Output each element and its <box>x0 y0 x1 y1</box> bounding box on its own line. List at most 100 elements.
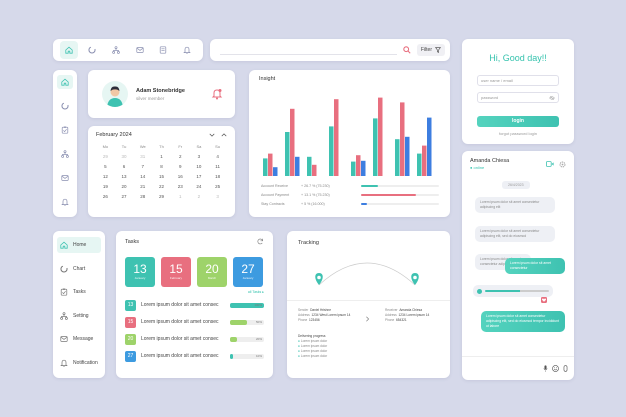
weekday-label: Fr <box>178 144 183 149</box>
password-field[interactable]: password <box>477 92 559 103</box>
calendar-day[interactable]: 29 <box>152 194 171 199</box>
legend-progress <box>361 185 439 187</box>
task-date-tile[interactable]: 15 February <box>161 257 191 287</box>
home-icon[interactable] <box>59 41 78 59</box>
calendar-day[interactable]: 2 <box>171 154 190 159</box>
chart-bar <box>290 108 295 176</box>
calendar-day[interactable]: 27 <box>115 194 134 199</box>
forgot-password-link[interactable]: forgot password login <box>477 131 559 136</box>
tasks-icon[interactable] <box>57 123 73 137</box>
chevron-down-icon[interactable] <box>209 133 215 137</box>
microphone-icon[interactable] <box>543 365 548 372</box>
calendar-day[interactable]: 16 <box>171 174 190 179</box>
sidebar-item-tasks[interactable]: Tasks <box>57 284 101 300</box>
voice-message[interactable] <box>473 285 553 297</box>
task-row[interactable]: 13 Lorem ipsum dolor sit amet consec 100… <box>125 299 264 311</box>
note-icon[interactable] <box>154 41 172 59</box>
legend-progress <box>361 203 439 205</box>
bell-icon[interactable] <box>211 88 223 100</box>
all-tasks-link[interactable]: all Tasks ▸ <box>125 290 264 294</box>
legend-label: Account Receive <box>261 184 288 188</box>
home-icon[interactable] <box>57 75 73 89</box>
home-icon <box>60 241 68 249</box>
bell-icon[interactable] <box>57 195 73 209</box>
video-call-icon[interactable] <box>546 161 554 167</box>
calendar-day[interactable]: 1 <box>152 154 171 159</box>
tracking-title: Tracking <box>298 240 319 246</box>
calendar-day[interactable]: 22 <box>152 184 171 189</box>
calendar-day[interactable]: 24 <box>190 184 209 189</box>
chart-bar <box>378 97 383 176</box>
bell-icon[interactable] <box>178 41 196 59</box>
calendar-day[interactable]: 17 <box>190 174 209 179</box>
filter-button[interactable]: Filter <box>416 44 445 56</box>
calendar-day[interactable]: 2 <box>190 194 209 199</box>
calendar-day[interactable]: 20 <box>115 184 134 189</box>
voice-progress[interactable] <box>485 290 549 292</box>
network-icon[interactable] <box>57 147 73 161</box>
password-placeholder: password <box>481 95 499 100</box>
emoji-icon[interactable] <box>552 365 559 372</box>
calendar-day[interactable]: 15 <box>152 174 171 179</box>
calendar-day[interactable]: 13 <box>115 174 134 179</box>
calendar-day[interactable]: 6 <box>115 164 134 169</box>
calendar-day[interactable]: 12 <box>96 174 115 179</box>
task-row[interactable]: 15 Lorem ipsum dolor sit amet consec 50% <box>125 316 264 328</box>
mail-icon[interactable] <box>57 171 73 185</box>
mail-icon[interactable] <box>131 41 149 59</box>
calendar-day[interactable]: 4 <box>208 154 227 159</box>
sidebar-item-message[interactable]: Message <box>57 331 101 347</box>
calendar-day[interactable]: 21 <box>133 184 152 189</box>
network-icon[interactable] <box>107 41 125 59</box>
play-icon[interactable] <box>477 288 482 294</box>
chart-icon[interactable] <box>57 99 73 113</box>
calendar-day[interactable]: 31 <box>133 154 152 159</box>
sidebar-item-label: Home <box>73 242 87 248</box>
calendar-day[interactable]: 25 <box>208 184 227 189</box>
sidebar-item-notification[interactable]: Notification <box>57 355 101 371</box>
task-row[interactable]: 20 Lorem ipsum dolor sit amet consec 20% <box>125 333 264 345</box>
sidebar-item-chart[interactable]: Chart <box>57 261 101 277</box>
calendar-day[interactable]: 30 <box>115 154 134 159</box>
calendar-day[interactable]: 23 <box>171 184 190 189</box>
chat-message-input[interactable] <box>468 366 528 371</box>
calendar-day[interactable]: 28 <box>133 194 152 199</box>
legend-value: + 26.7 % (75.230) <box>301 184 330 188</box>
search-icon[interactable] <box>403 46 411 54</box>
calendar-day[interactable]: 29 <box>96 154 115 159</box>
calendar-day[interactable]: 26 <box>96 194 115 199</box>
calendar-day[interactable]: 7 <box>133 164 152 169</box>
calendar-day[interactable]: 18 <box>208 174 227 179</box>
calendar-day[interactable]: 3 <box>190 154 209 159</box>
chart-icon[interactable] <box>83 41 101 59</box>
calendar-day[interactable]: 8 <box>152 164 171 169</box>
calendar-day[interactable]: 5 <box>96 164 115 169</box>
calendar-day[interactable]: 9 <box>171 164 190 169</box>
chevron-up-icon[interactable] <box>221 133 227 137</box>
insight-legend-row: Stay Contracts + 5 % (16.000) <box>261 202 439 206</box>
task-row[interactable]: 27 Lorem ipsum dolor sit amet consec 10% <box>125 350 264 362</box>
calendar-day[interactable]: 1 <box>171 194 190 199</box>
calendar-day[interactable]: 14 <box>133 174 152 179</box>
calendar-day[interactable]: 11 <box>208 164 227 169</box>
heart-icon[interactable] <box>541 297 547 303</box>
calendar-day[interactable]: 3 <box>208 194 227 199</box>
network-icon <box>60 311 68 320</box>
task-badge: 15 <box>125 316 136 328</box>
sidebar-item-setting[interactable]: Setting <box>57 308 101 324</box>
login-button[interactable]: login <box>477 115 559 127</box>
attachment-icon[interactable] <box>563 365 568 372</box>
calendar-day[interactable]: 19 <box>96 184 115 189</box>
task-date-tile[interactable]: 27 January <box>233 257 263 287</box>
username-field[interactable]: user name / email <box>477 75 559 86</box>
search-input[interactable] <box>220 45 397 55</box>
avatar[interactable] <box>102 81 128 107</box>
settings-icon[interactable] <box>559 161 566 168</box>
calendar-day[interactable]: 10 <box>190 164 209 169</box>
sidebar-item-home[interactable]: Home <box>57 237 101 253</box>
refresh-icon[interactable] <box>257 238 264 245</box>
eye-off-icon[interactable] <box>549 95 555 100</box>
task-date-tile[interactable]: 13 January <box>125 257 155 287</box>
task-date-tile[interactable]: 20 March <box>197 257 227 287</box>
chart-bar <box>361 160 366 176</box>
